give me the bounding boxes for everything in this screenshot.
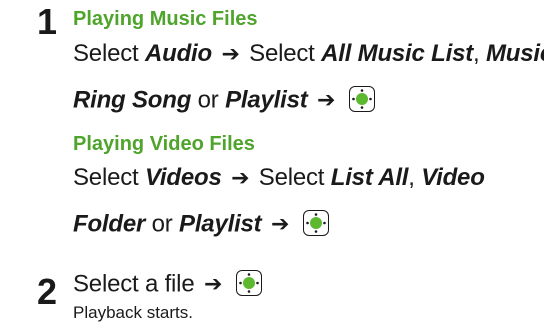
or-text: or [151, 210, 173, 238]
step-number-2: 2 [37, 271, 58, 312]
menu-item-music: Music [485, 40, 544, 67]
select-text: Select [73, 40, 139, 67]
playback-note: Playback starts. [73, 303, 193, 322]
right-arrow-icon: ➔ [231, 165, 250, 190]
instruction-music-line1: Select Audio ➔ Select All Music List, Mu… [73, 42, 544, 66]
menu-item-video: Video [421, 164, 485, 191]
menu-item-videos: Videos [144, 164, 222, 191]
center-select-key-icon [302, 210, 329, 236]
menu-item-playlist: Playlist [179, 210, 262, 238]
instruction-select-file: Select a file ➔ [73, 270, 262, 298]
or-text: or [197, 86, 219, 114]
menu-item-folder: Folder [73, 210, 146, 238]
menu-item-list-all: List All [330, 164, 409, 191]
right-arrow-icon: ➔ [317, 87, 336, 113]
select-file-text: Select a file [73, 270, 195, 298]
select-text: Select [73, 164, 139, 191]
menu-item-ring-song: Ring Song [73, 86, 192, 114]
menu-item-audio: Audio [144, 40, 212, 67]
menu-item-playlist: Playlist [225, 86, 308, 114]
select-text: Select [249, 40, 315, 67]
separator: , [408, 164, 415, 191]
section-heading-video: Playing Video Files [73, 133, 255, 155]
instruction-music-line2: Ring Song or Playlist ➔ [73, 86, 375, 114]
instruction-video-line1: Select Videos ➔ Select List All, Video [73, 166, 485, 190]
right-arrow-icon: ➔ [221, 41, 240, 66]
center-select-key-icon [235, 270, 262, 296]
section-heading-music: Playing Music Files [73, 8, 258, 30]
center-select-key-icon [348, 86, 375, 112]
separator: , [473, 40, 480, 67]
step-number-1: 1 [37, 1, 58, 42]
menu-item-all-music-list: All Music List [321, 40, 474, 67]
right-arrow-icon: ➔ [270, 211, 290, 237]
instruction-video-line2: Folder or Playlist ➔ [73, 210, 329, 238]
right-arrow-icon: ➔ [203, 271, 223, 297]
select-text: Select [258, 164, 325, 191]
